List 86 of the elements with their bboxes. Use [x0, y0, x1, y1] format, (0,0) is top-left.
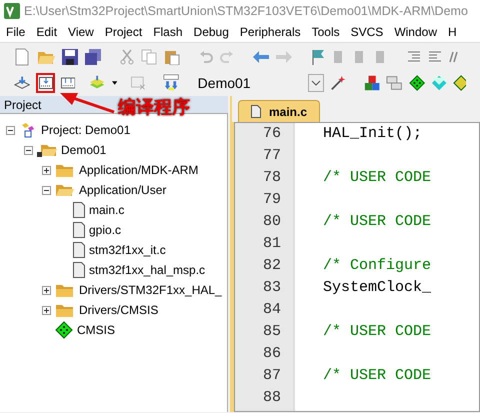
- indent-icon[interactable]: [407, 50, 421, 64]
- save-all-icon[interactable]: [85, 48, 101, 64]
- line-number: 82: [262, 257, 281, 274]
- expand-icon[interactable]: [42, 166, 51, 174]
- tree-item[interactable]: Application/User: [79, 181, 166, 199]
- line-number: 76: [262, 125, 281, 142]
- tree-item[interactable]: main.c: [89, 201, 124, 219]
- tree-item[interactable]: stm32f1xx_hal_msp.c: [89, 261, 206, 279]
- menu-item[interactable]: Edit: [36, 23, 58, 41]
- flag-icon[interactable]: [311, 48, 325, 64]
- cut-icon[interactable]: [120, 48, 134, 64]
- open-folder-icon: [37, 142, 57, 158]
- file-icon: [73, 202, 85, 218]
- line-number: 81: [262, 235, 281, 252]
- windows-icon[interactable]: [386, 75, 403, 91]
- new-file-icon[interactable]: [14, 48, 30, 66]
- line-number: 77: [262, 147, 281, 164]
- folder-icon: [55, 162, 75, 178]
- tree-item[interactable]: Drivers/STM32F1xx_HAL_: [79, 281, 222, 299]
- line-number: 80: [262, 213, 281, 230]
- menu-item[interactable]: Project: [104, 23, 142, 41]
- tree-item[interactable]: Project: Demo01: [41, 121, 130, 139]
- back-arrow-icon[interactable]: [253, 50, 269, 62]
- menu-item[interactable]: Window: [394, 23, 437, 41]
- code-comment: /* USER CODE: [323, 367, 432, 384]
- file-icon: [73, 242, 85, 258]
- translate-icon[interactable]: [14, 75, 30, 91]
- code-comment: /* Configure: [323, 257, 432, 274]
- rebuild-icon[interactable]: [60, 77, 76, 89]
- folder-icon: [55, 302, 75, 318]
- tree-item[interactable]: Demo01: [61, 141, 106, 159]
- expand-icon[interactable]: [42, 286, 51, 294]
- build-icon: [38, 77, 53, 89]
- file-icon: [251, 105, 261, 118]
- line-number: 83: [262, 279, 281, 296]
- menu-item[interactable]: View: [68, 23, 94, 41]
- tree-item[interactable]: Application/MDK-ARM: [79, 161, 198, 179]
- tree-item[interactable]: stm32f1xx_it.c: [89, 241, 166, 259]
- diamond-icon: [55, 321, 73, 339]
- editor-tab[interactable]: main.c: [238, 100, 320, 122]
- expand-icon[interactable]: [42, 306, 51, 314]
- line-number: 87: [262, 367, 281, 384]
- code-comment: /* USER CODE: [323, 323, 432, 340]
- menu-item[interactable]: Tools: [312, 23, 340, 41]
- line-number: 88: [262, 389, 281, 406]
- line-number: 85: [262, 323, 281, 340]
- code-comment: /* USER CODE: [323, 213, 432, 230]
- blocks-icon[interactable]: [364, 74, 380, 92]
- caret-icon[interactable]: [112, 81, 117, 85]
- build-button[interactable]: [36, 73, 55, 93]
- code-line: SystemClock_: [323, 279, 432, 296]
- paste-icon[interactable]: [164, 48, 180, 64]
- tree-item[interactable]: Drivers/CMSIS: [79, 301, 158, 319]
- collapse-icon[interactable]: [24, 146, 33, 154]
- annotation-arrow: [58, 92, 116, 114]
- collapse-icon[interactable]: [6, 126, 15, 134]
- outdent-icon[interactable]: [428, 50, 442, 64]
- annotation-text: 编译程序: [118, 96, 190, 119]
- batch-build-icon[interactable]: [89, 75, 106, 91]
- line-number: 79: [262, 191, 281, 208]
- app-icon: [4, 3, 20, 19]
- stop-build-icon[interactable]: [130, 76, 146, 90]
- window-title: E:\User\Stm32Project\SmartUnion\STM32F103VET6\Demo01\MDK-ARM\Demo: [24, 2, 468, 20]
- tree-item[interactable]: CMSIS: [77, 321, 116, 339]
- diamond-icon[interactable]: [408, 74, 426, 92]
- tree-item[interactable]: gpio.c: [89, 221, 122, 239]
- menu-item[interactable]: Peripherals: [240, 23, 301, 41]
- menu-item[interactable]: Debug: [194, 23, 229, 41]
- folder-icon: [55, 282, 75, 298]
- file-icon: [73, 222, 85, 238]
- magic-wand-icon[interactable]: [330, 74, 346, 92]
- code-line: HAL_Init();: [323, 125, 422, 142]
- line-number: 78: [262, 169, 281, 186]
- code-comment: /* USER CODE: [323, 169, 432, 186]
- file-icon: [73, 262, 85, 278]
- collapse-icon[interactable]: [42, 186, 51, 194]
- save-icon[interactable]: [62, 48, 78, 64]
- panel-title: Project: [4, 96, 42, 114]
- line-number: 84: [262, 301, 281, 318]
- line-number: 86: [262, 345, 281, 362]
- menu-item[interactable]: H: [448, 23, 457, 41]
- load-icon[interactable]: [163, 73, 180, 93]
- open-folder-icon: [55, 182, 75, 198]
- menu-item[interactable]: File: [6, 23, 26, 41]
- menu-item[interactable]: SVCS: [350, 23, 384, 41]
- menu-item[interactable]: Flash: [153, 23, 183, 41]
